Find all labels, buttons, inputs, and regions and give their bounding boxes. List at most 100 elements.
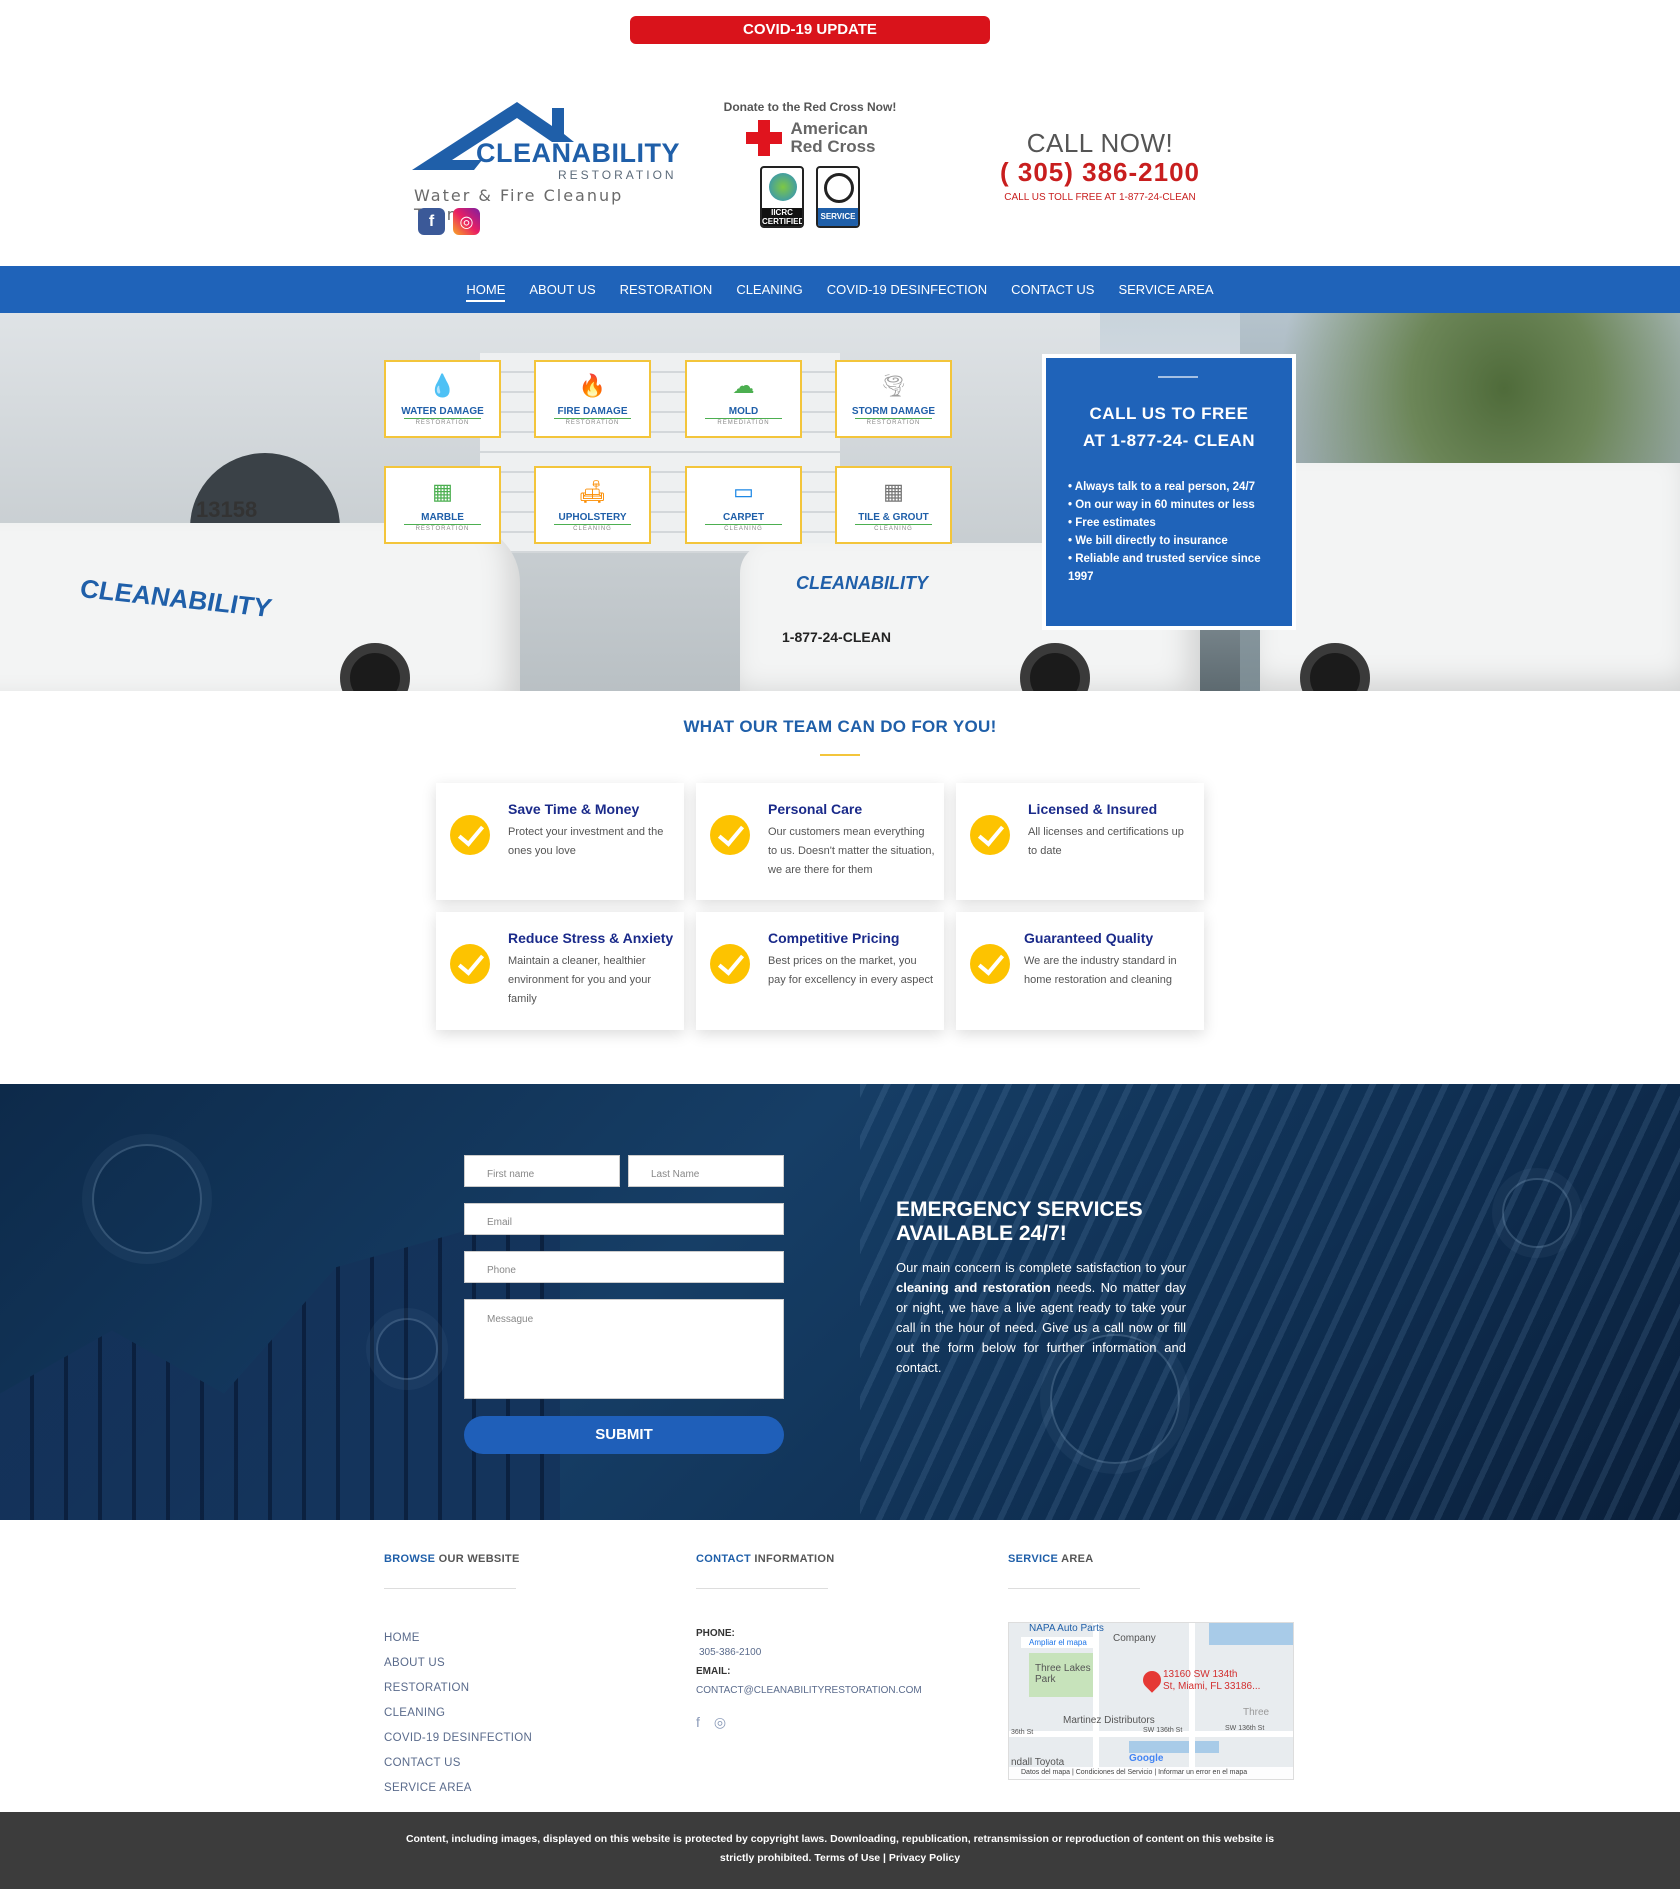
footer-phone[interactable]: 305-386-2100 <box>696 1643 922 1662</box>
callbox-bullets: Always talk to a real person, 24/7 On ou… <box>1068 478 1268 586</box>
tile-divider <box>705 418 782 419</box>
tile-grout-icon: ▦ <box>883 479 904 504</box>
tile-tile-grout[interactable]: ▦ TILE & GROUT CLEANING <box>835 466 952 544</box>
call-now-block[interactable]: CALL NOW! ( 305) 386-2100 CALL US TOLL F… <box>990 128 1210 203</box>
page: COVID-19 UPDATE CLEANABILITY RESTORATION… <box>0 0 1680 1889</box>
footer-links: HOME ABOUT US RESTORATION CLEANING COVID… <box>384 1626 532 1801</box>
footer-link-home[interactable]: HOME <box>384 1626 532 1651</box>
copyright-line2[interactable]: strictly prohibited. Terms of Use | Priv… <box>0 1849 1680 1868</box>
emergency-text: Our main concern is complete satisfactio… <box>896 1258 1186 1378</box>
footer-link-contact[interactable]: CONTACT US <box>384 1751 532 1776</box>
feature-title: Reduce Stress & Anxiety <box>508 930 674 946</box>
tile-divider <box>554 418 631 419</box>
red-cross-icon <box>744 118 784 158</box>
tile-fire-damage[interactable]: 🔥 FIRE DAMAGE RESTORATION <box>534 360 651 438</box>
check-circle-icon <box>710 815 750 855</box>
clock-icon <box>824 173 854 203</box>
nav-service-area[interactable]: SERVICE AREA <box>1106 282 1225 297</box>
map-address-line1: 13160 SW 134th <box>1163 1669 1238 1680</box>
map-street: SW 136th St <box>1225 1725 1265 1732</box>
footer-contact-heading: CONTACT INFORMATION <box>696 1553 835 1565</box>
services-title-underline <box>820 754 860 756</box>
footer-link-service-area[interactable]: SERVICE AREA <box>384 1776 532 1801</box>
services-title: WHAT OUR TEAM CAN DO FOR YOU! <box>683 717 997 736</box>
footer-email[interactable]: CONTACT@CLEANABILITYRESTORATION.COM <box>696 1681 922 1700</box>
map-water <box>1129 1741 1219 1753</box>
email-label: EMAIL: <box>696 1666 731 1677</box>
footer-link-restoration[interactable]: RESTORATION <box>384 1676 532 1701</box>
call-now-title: CALL NOW! <box>1026 128 1174 158</box>
footer-divider <box>384 1588 516 1589</box>
van-logo-2: CLEANABILITY <box>796 573 928 593</box>
nav-cleaning[interactable]: CLEANING <box>724 282 814 297</box>
instagram-icon[interactable]: ◎ <box>453 208 480 235</box>
tile-label: STORM DAMAGE <box>851 406 936 417</box>
footer-social: f ◎ <box>696 1714 726 1731</box>
facebook-icon[interactable]: f <box>418 208 445 235</box>
tile-water-damage[interactable]: 💧 WATER DAMAGE RESTORATION <box>384 360 501 438</box>
feature-desc: Maintain a cleaner, healthier environmen… <box>508 955 652 1005</box>
footer-contact: PHONE: 305-386-2100 EMAIL: CONTACT@CLEAN… <box>696 1624 922 1700</box>
callbox-bullet: Always talk to a real person, 24/7 <box>1068 478 1268 496</box>
check-circle-icon <box>450 944 490 984</box>
footer-link-covid[interactable]: COVID-19 DESINFECTION <box>384 1726 532 1751</box>
tile-label: MOLD <box>728 406 759 417</box>
callbox-title-line1: CALL US TO FREE <box>1089 404 1249 423</box>
nav-restoration[interactable]: RESTORATION <box>608 282 725 297</box>
tile-storm-damage[interactable]: 🌪 STORM DAMAGE RESTORATION <box>835 360 952 438</box>
facebook-icon[interactable]: f <box>696 1714 700 1731</box>
email-input[interactable]: Email <box>464 1203 784 1235</box>
nav-home[interactable]: HOME <box>454 282 517 302</box>
emergency-title: EMERGENCY SERVICES AVAILABLE 24/7! <box>896 1198 1143 1245</box>
last-name-input[interactable]: Last Name <box>628 1155 784 1187</box>
footer-link-cleaning[interactable]: CLEANING <box>384 1701 532 1726</box>
tile-label: MARBLE <box>421 512 464 523</box>
map-enlarge-link[interactable]: Ampliar el mapa <box>1021 1637 1095 1648</box>
nav-covid-desinfection[interactable]: COVID-19 DESINFECTION <box>815 282 999 297</box>
footer-link-about[interactable]: ABOUT US <box>384 1651 532 1676</box>
phone-input[interactable]: Phone <box>464 1251 784 1283</box>
water-drop-icon: 💧 <box>428 373 457 398</box>
feature-card: Reduce Stress & Anxiety Maintain a clean… <box>436 912 684 1030</box>
nav-about-us[interactable]: ABOUT US <box>517 282 607 297</box>
covid-update-button[interactable]: COVID-19 UPDATE <box>630 16 990 44</box>
feature-desc: Protect your investment and the ones you… <box>508 826 664 857</box>
call-now-phone[interactable]: ( 305) 386-2100 <box>990 157 1210 188</box>
tile-divider <box>404 418 481 419</box>
service-area-map[interactable]: NAPA Auto Parts Company Ampliar el mapa … <box>1008 1622 1294 1780</box>
tile-mold[interactable]: ☁ MOLD REMEDIATION <box>685 360 802 438</box>
tile-marble[interactable]: ▦ MARBLE RESTORATION <box>384 466 501 544</box>
site-logo[interactable]: CLEANABILITY RESTORATION Water & Fire Cl… <box>412 98 680 238</box>
mold-icon: ☁ <box>732 373 755 398</box>
tile-label: WATER DAMAGE <box>401 406 484 417</box>
instagram-icon[interactable]: ◎ <box>714 1714 726 1731</box>
hero-van-1: CLEANABILITY <box>0 523 520 691</box>
tech-ring-icon <box>92 1144 202 1254</box>
map-distributor-label: Martinez Distributors <box>1063 1715 1155 1726</box>
copyright-bar: Content, including images, displayed on … <box>0 1812 1680 1889</box>
tile-carpet[interactable]: ▭ CARPET CLEANING <box>685 466 802 544</box>
emergency-section <box>0 1084 1680 1520</box>
map-street: 36th St <box>1011 1729 1034 1736</box>
donate-text: Donate to the Red Cross Now! <box>723 100 897 114</box>
toll-free-text: CALL US TOLL FREE AT 1-877-24-CLEAN <box>1004 192 1196 203</box>
check-circle-icon <box>710 944 750 984</box>
first-name-input[interactable]: First name <box>464 1155 620 1187</box>
submit-button[interactable]: SUBMIT <box>464 1416 784 1454</box>
main-nav: HOME ABOUT US RESTORATION CLEANING COVID… <box>0 266 1680 313</box>
van-phone: 1-877-24-CLEAN <box>782 629 891 645</box>
callbox-title-line2: AT 1-877-24- CLEAN <box>1082 431 1256 450</box>
red-cross-donate[interactable]: Donate to the Red Cross Now! American Re… <box>712 100 908 230</box>
nav-contact-us[interactable]: CONTACT US <box>999 282 1106 297</box>
map-address-line2: St, Miami, FL 33186... <box>1163 1681 1261 1692</box>
footer-heading-rest: AREA <box>1058 1553 1094 1565</box>
tile-sublabel: RESTORATION <box>565 420 620 426</box>
map-company-label: Company <box>1113 1633 1156 1644</box>
map-street: SW 136th St <box>1143 1727 1183 1734</box>
phone-label: PHONE: <box>696 1628 735 1639</box>
tile-upholstery[interactable]: 🛋 UPHOLSTERY CLEANING <box>534 466 651 544</box>
message-textarea[interactable]: Messague <box>464 1299 784 1399</box>
tile-label: TILE & GROUT <box>858 512 929 523</box>
map-pin-icon <box>1139 1667 1165 1693</box>
footer-browse-heading: BROWSE OUR WEBSITE <box>384 1553 520 1565</box>
